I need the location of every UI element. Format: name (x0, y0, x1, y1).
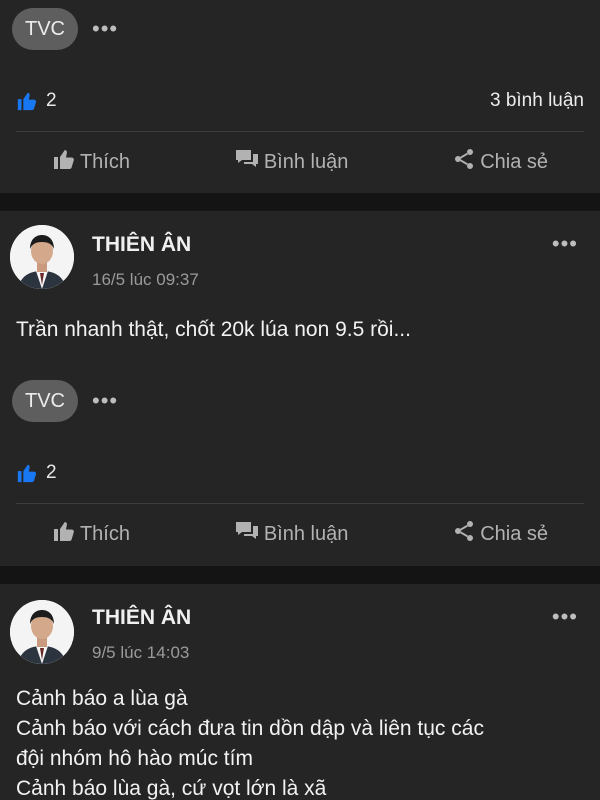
post-card: TVC ••• 2 3 bình luận Thích Bình luận Ch… (0, 0, 600, 193)
author-avatar[interactable] (10, 600, 74, 664)
post-actions: Thích Bình luận Chia sẻ (0, 134, 600, 190)
like-button[interactable]: Thích (52, 147, 130, 177)
reaction-summary: 2 3 bình luận (16, 86, 584, 116)
like-count: 2 (46, 90, 57, 111)
comment-icon (234, 519, 264, 549)
like-thumb-icon (16, 462, 38, 484)
share-label: Chia sẻ (480, 150, 549, 173)
post-text-line: Cảnh báo với cách đưa tin dồn dập và liê… (16, 717, 484, 740)
comment-icon (234, 147, 264, 177)
comment-button[interactable]: Bình luận (234, 147, 349, 177)
more-options-icon[interactable]: ••• (92, 390, 118, 412)
more-options-icon[interactable]: ••• (92, 18, 118, 40)
more-options-icon[interactable]: ••• (552, 233, 578, 255)
post-card: THIÊN ÂN 16/5 lúc 09:37 ••• Trần nhanh t… (0, 211, 600, 566)
tvc-reaction-row: TVC ••• (12, 8, 118, 50)
like-summary[interactable]: 2 (16, 90, 57, 112)
tvc-badge[interactable]: TVC (12, 8, 78, 50)
post-body: Cảnh báo a lùa gà Cảnh báo với cách đưa … (16, 684, 584, 800)
tvc-reaction-row: TVC ••• (12, 380, 118, 422)
author-name[interactable]: THIÊN ÂN (92, 606, 191, 630)
comment-count-link[interactable]: 3 bình luận (490, 90, 584, 112)
share-button[interactable]: Chia sẻ (452, 519, 548, 549)
like-label: Thích (79, 150, 130, 173)
like-count: 2 (46, 462, 57, 483)
thumbs-up-icon (52, 147, 80, 177)
divider (16, 503, 584, 504)
news-feed: TVC ••• 2 3 bình luận Thích Bình luận Ch… (0, 0, 600, 800)
like-summary[interactable]: 2 (16, 462, 57, 484)
share-button[interactable]: Chia sẻ (452, 147, 548, 177)
post-time[interactable]: 16/5 lúc 09:37 (92, 270, 199, 290)
tvc-badge[interactable]: TVC (12, 380, 78, 422)
post-actions: Thích Bình luận Chia sẻ (0, 506, 600, 562)
thumbs-up-icon (52, 519, 80, 549)
comment-label: Bình luận (263, 150, 349, 173)
post-card: THIÊN ÂN 9/5 lúc 14:03 ••• Cảnh báo a lù… (0, 584, 600, 800)
like-thumb-icon (16, 90, 38, 112)
like-button[interactable]: Thích (52, 519, 130, 549)
post-text-line: Cảnh báo lùa gà, cứ vọt lớn là xã (16, 777, 327, 800)
author-avatar[interactable] (10, 225, 74, 289)
post-text-line: Trần nhanh thật, chốt 20k lúa non 9.5 rồ… (16, 318, 411, 341)
share-icon (452, 147, 480, 177)
post-text-line: đội nhóm hô hào múc tím (16, 747, 253, 770)
like-label: Thích (79, 522, 130, 545)
post-text-line: Cảnh báo a lùa gà (16, 687, 188, 710)
reaction-summary: 2 (16, 458, 584, 488)
comment-button[interactable]: Bình luận (234, 519, 349, 549)
post-time[interactable]: 9/5 lúc 14:03 (92, 643, 189, 663)
share-label: Chia sẻ (480, 522, 549, 545)
share-icon (452, 519, 480, 549)
author-name[interactable]: THIÊN ÂN (92, 233, 191, 257)
more-options-icon[interactable]: ••• (552, 606, 578, 628)
post-body: Trần nhanh thật, chốt 20k lúa non 9.5 rồ… (16, 315, 584, 345)
divider (16, 131, 584, 132)
comment-label: Bình luận (263, 522, 349, 545)
